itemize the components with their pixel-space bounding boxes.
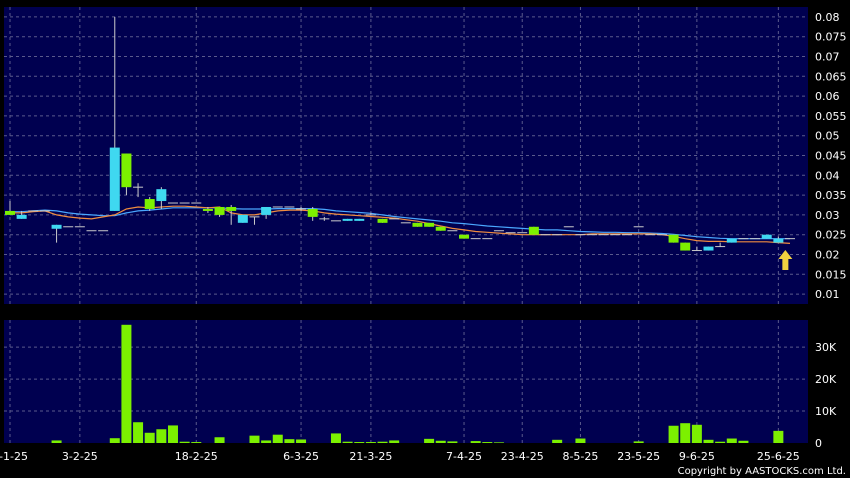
volume-bar [470, 441, 481, 443]
candle-body [761, 234, 772, 239]
volume-bar [249, 435, 260, 443]
candle-body [51, 224, 62, 229]
volume-bar [272, 434, 283, 443]
price-tick-label: 0.08 [815, 11, 840, 24]
volume-bar [389, 440, 400, 443]
candle-body [226, 206, 237, 211]
candle-body [121, 153, 132, 188]
candle-body [354, 218, 365, 221]
candle-body [435, 226, 446, 231]
date-tick-label: 7-4-25 [446, 450, 482, 463]
price-tick-label: 0.025 [815, 229, 847, 242]
volume-bar [354, 442, 365, 443]
price-tick-label: 0.05 [815, 130, 840, 143]
candle-body [307, 208, 318, 217]
volume-bar [109, 438, 120, 443]
volume-tick-label: 10K [815, 405, 837, 418]
volume-bar [144, 432, 155, 443]
price-tick-label: 0.035 [815, 189, 847, 202]
candle-body [109, 147, 120, 211]
date-tick-label: 18-2-25 [175, 450, 218, 463]
date-tick-label: 23-4-25 [501, 450, 544, 463]
candle-body [412, 222, 423, 227]
volume-bar [365, 442, 376, 443]
volume-tick-label: 30K [815, 341, 837, 354]
candle-body [214, 206, 225, 215]
volume-bar [773, 430, 784, 443]
volume-bar [191, 442, 202, 443]
volume-bar [377, 441, 388, 443]
candle-body [5, 210, 15, 215]
candle-body [424, 222, 435, 227]
volume-bar [342, 441, 353, 443]
candle-body [342, 218, 353, 221]
candle-body [703, 246, 714, 251]
volume-tick-label: 0 [815, 437, 822, 450]
volume-bar [261, 440, 272, 443]
volume-bar [156, 429, 167, 443]
copyright-text: Copyright by AASTOCKS.com Ltd. [678, 466, 846, 477]
volume-bar [552, 439, 563, 443]
candle-body [261, 206, 272, 215]
price-tick-label: 0.075 [815, 31, 847, 44]
volume-bar [330, 433, 341, 443]
date-tick-label: 6-1-25 [0, 450, 28, 463]
volume-bar [482, 442, 493, 443]
price-tick-label: 0.04 [815, 169, 840, 182]
candle-body [202, 208, 213, 211]
volume-bar [680, 423, 691, 443]
volume-bar [51, 440, 62, 443]
volume-bar [284, 439, 295, 443]
candle-body [237, 214, 248, 223]
candle-body [156, 189, 167, 202]
price-tick-label: 0.055 [815, 110, 847, 123]
volume-bar [133, 422, 144, 443]
price-tick-label: 0.02 [815, 249, 840, 262]
price-tick-label: 0.06 [815, 90, 840, 103]
volume-bar [668, 425, 679, 443]
date-tick-label: 3-2-25 [62, 450, 98, 463]
date-tick-label: 23-5-25 [617, 450, 660, 463]
price-tick-label: 0.065 [815, 70, 847, 83]
price-tick-label: 0.07 [815, 51, 840, 64]
volume-bar [726, 438, 737, 443]
volume-bar [424, 438, 435, 443]
candle-body [144, 199, 155, 209]
candle-body [668, 234, 679, 243]
volume-bar [493, 442, 504, 443]
price-tick-label: 0.015 [815, 268, 847, 281]
volume-tick-label: 20K [815, 373, 837, 386]
volume-bar [447, 441, 458, 443]
date-tick-label: 9-6-25 [679, 450, 715, 463]
date-tick-label: 21-3-25 [349, 450, 392, 463]
volume-bar [435, 440, 446, 443]
volume-bar [633, 441, 644, 443]
volume-bar [167, 425, 178, 443]
volume-bar [715, 441, 726, 443]
candle-body [528, 226, 539, 235]
volume-bar [214, 437, 225, 443]
candle-body [680, 242, 691, 251]
candle-body [773, 238, 784, 243]
volume-bar [691, 424, 702, 443]
price-tick-label: 0.01 [815, 288, 840, 301]
price-tick-label: 0.03 [815, 209, 840, 222]
candle-body [16, 214, 27, 219]
volume-bar [738, 440, 749, 443]
volume-bar [179, 441, 190, 443]
candle-body [377, 218, 388, 223]
volume-bar [296, 439, 307, 443]
candle-body [459, 234, 470, 239]
price-tick-label: 0.045 [815, 150, 847, 163]
volume-bar [121, 324, 132, 443]
candle-body [726, 238, 737, 243]
volume-bar [575, 438, 586, 443]
date-tick-label: 6-3-25 [283, 450, 319, 463]
date-tick-label: 8-5-25 [562, 450, 598, 463]
volume-bar [703, 439, 714, 443]
stock-chart: 0.08 0.075 0.07 0.065 0.06 0.055 0.05 0.045 0.04… [0, 0, 850, 478]
date-tick-label: 25-6-25 [757, 450, 800, 463]
